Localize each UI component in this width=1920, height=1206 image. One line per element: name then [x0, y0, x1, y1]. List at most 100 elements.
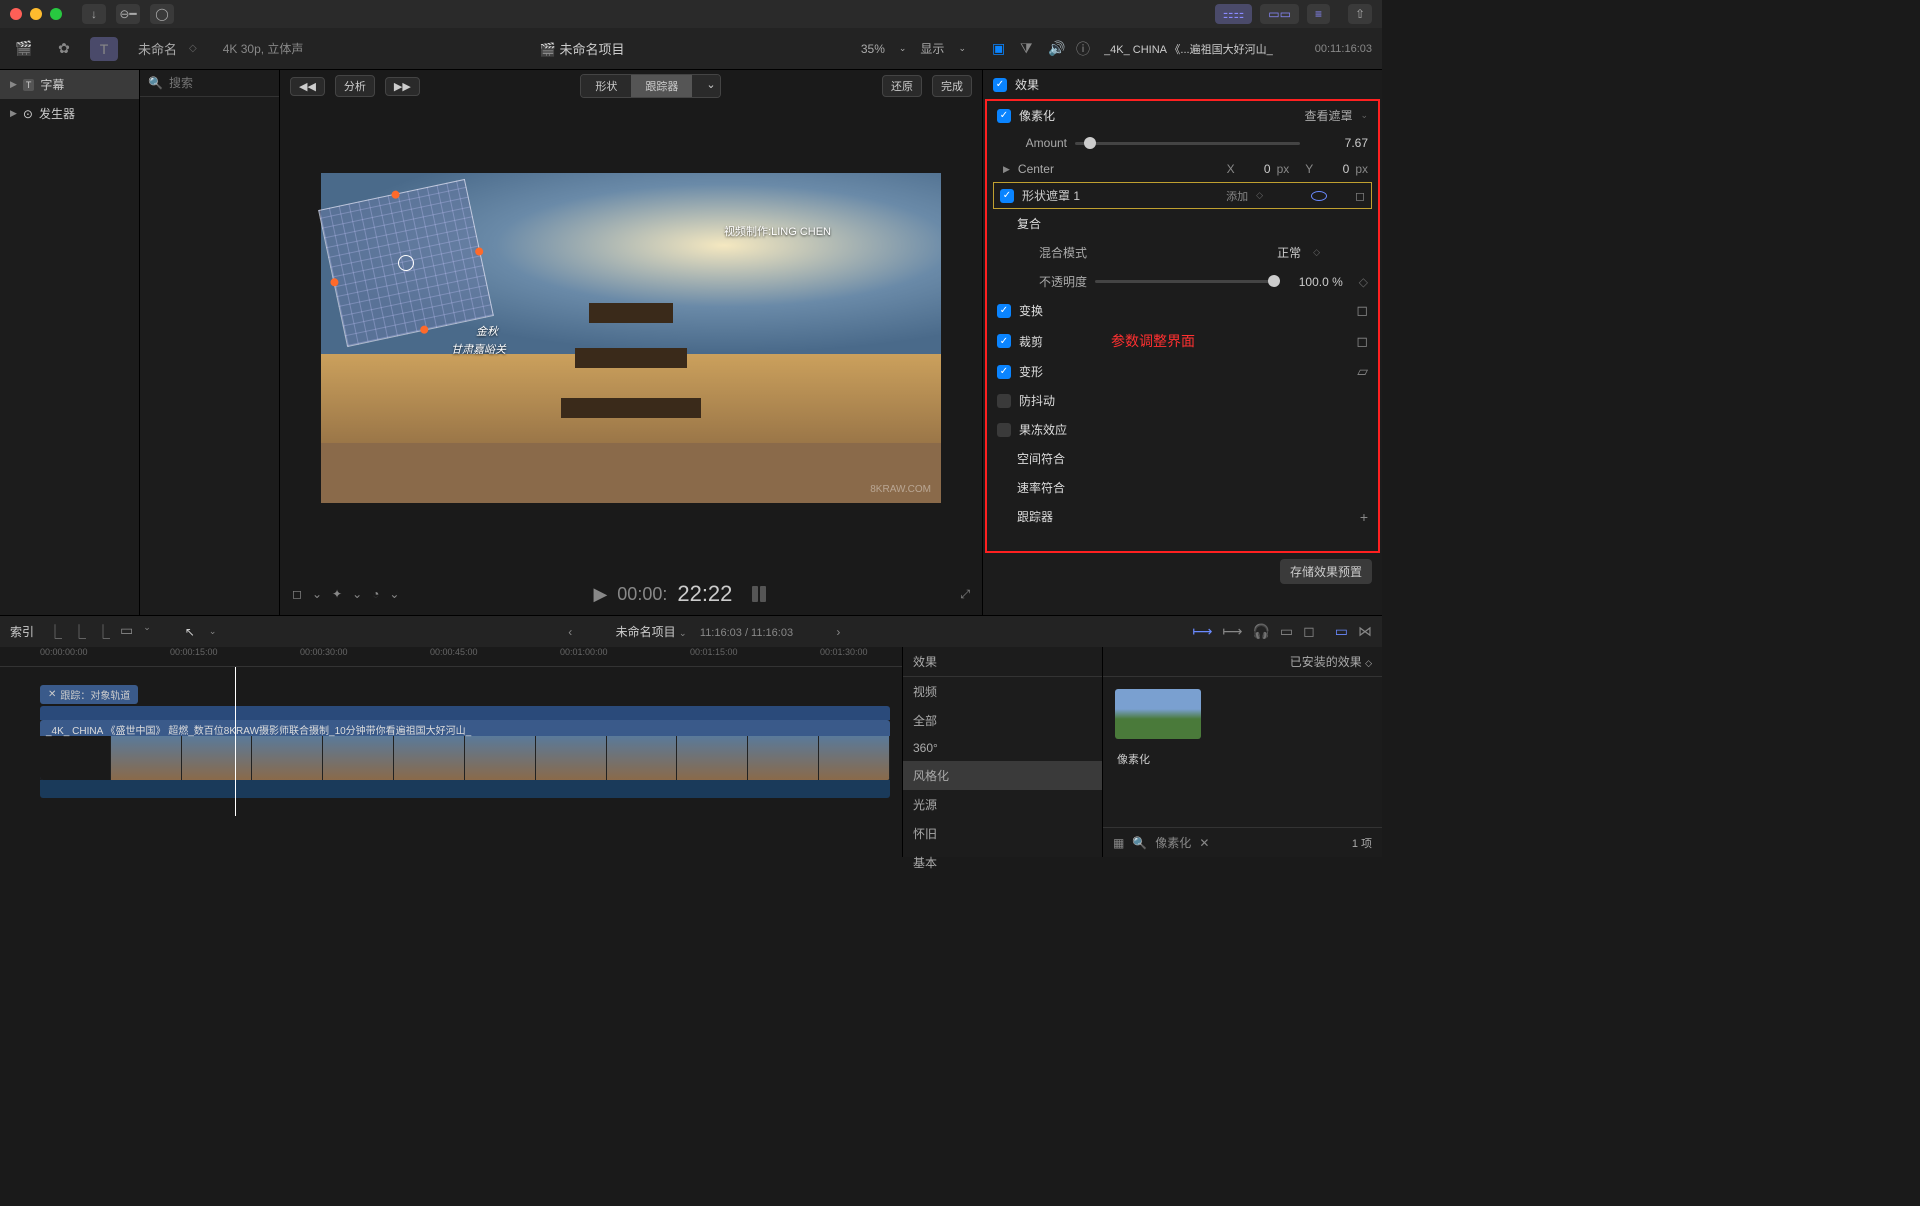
- fx-cat-stylize[interactable]: 风格化: [903, 761, 1102, 790]
- effects-browser-toggle-icon[interactable]: ▭: [1335, 623, 1348, 640]
- amount-value[interactable]: 7.67: [1308, 136, 1368, 150]
- import-icon[interactable]: ↓: [82, 4, 106, 24]
- select-tool-icon[interactable]: ↖: [185, 625, 195, 639]
- bg-tasks-icon[interactable]: ◯: [150, 4, 174, 24]
- keyword-icon[interactable]: ⊖━: [116, 4, 140, 24]
- center-y-value[interactable]: 0: [1319, 162, 1349, 176]
- enhance-tool-icon[interactable]: ✦: [332, 587, 342, 601]
- opacity-value[interactable]: 100.0 %: [1283, 275, 1343, 289]
- chevron-down-icon[interactable]: ⌄: [1360, 110, 1368, 121]
- lane-icon[interactable]: ◻: [1303, 623, 1315, 640]
- close-window-button[interactable]: [10, 8, 22, 20]
- amount-slider[interactable]: [1075, 142, 1300, 145]
- keyframe-icon[interactable]: ◇: [1359, 275, 1368, 289]
- center-disclosure-icon[interactable]: ▶: [1003, 164, 1010, 175]
- minimize-window-button[interactable]: [30, 8, 42, 20]
- connect-clip-icon[interactable]: ⎿: [48, 622, 62, 642]
- audio-skim-icon[interactable]: ⟼: [1222, 623, 1242, 640]
- playhead[interactable]: [235, 667, 236, 816]
- library-name[interactable]: 未命名: [138, 39, 177, 58]
- fx-search-value[interactable]: 像素化: [1155, 834, 1191, 851]
- inspector-toggle-button[interactable]: ≡: [1307, 4, 1330, 24]
- clear-search-icon[interactable]: ✕: [1199, 836, 1209, 850]
- close-tag-icon[interactable]: ✕: [48, 689, 56, 700]
- solo-icon[interactable]: 🎧: [1252, 623, 1269, 640]
- save-preset-button[interactable]: 存储效果预置: [1280, 559, 1372, 584]
- audio-waveform[interactable]: [40, 780, 890, 798]
- fx-preview-header[interactable]: 已安装的效果 ◇: [1103, 647, 1382, 677]
- blend-mode-value[interactable]: 正常: [1277, 244, 1301, 261]
- view-menu[interactable]: 显示: [920, 40, 944, 57]
- info-inspector-icon[interactable]: ⓘ: [1076, 39, 1094, 59]
- overwrite-clip-icon[interactable]: ▭: [120, 622, 133, 642]
- fullscreen-icon[interactable]: ⤢: [960, 587, 970, 602]
- shape-mask-checkbox[interactable]: ✓: [1000, 189, 1014, 203]
- timeline-tracks-area[interactable]: 00:00:00:00 00:00:15:00 00:00:30:00 00:0…: [0, 647, 902, 857]
- add-chevron-icon[interactable]: ◇: [1256, 190, 1263, 201]
- mask-shape-icon[interactable]: [1311, 191, 1327, 201]
- photos-browser-icon[interactable]: ✿: [50, 37, 78, 61]
- fx-cat-basic[interactable]: 基本: [903, 848, 1102, 877]
- fx-cat-360[interactable]: 360°: [903, 735, 1102, 761]
- transform-checkbox[interactable]: ✓: [997, 304, 1011, 318]
- center-x-value[interactable]: 0: [1241, 162, 1271, 176]
- view-mask-dropdown[interactable]: 查看遮罩: [1304, 107, 1352, 124]
- pixelate-checkbox[interactable]: ✓: [997, 109, 1011, 123]
- revert-button[interactable]: 还原: [882, 75, 922, 97]
- transform-tool-icon[interactable]: ◻: [292, 587, 302, 601]
- mask-grid-overlay[interactable]: [318, 178, 494, 346]
- titles-browser-icon[interactable]: T: [90, 37, 118, 61]
- append-clip-icon[interactable]: ⎿: [96, 622, 110, 642]
- zoom-chevron-icon[interactable]: ⌄: [899, 43, 907, 54]
- distort-checkbox[interactable]: ✓: [997, 365, 1011, 379]
- fx-cat-light[interactable]: 光源: [903, 790, 1102, 819]
- snapping-icon[interactable]: ▭: [1280, 623, 1293, 640]
- step-back-button[interactable]: ◀◀: [290, 77, 325, 96]
- index-button[interactable]: 索引: [10, 623, 34, 640]
- disclosure-arrow-icon[interactable]: ▶: [10, 108, 17, 119]
- blend-chevron-icon[interactable]: ◇: [1313, 247, 1320, 258]
- fx-cat-all[interactable]: 全部: [903, 706, 1102, 735]
- fx-cat-video[interactable]: 视频: [903, 677, 1102, 706]
- opacity-slider[interactable]: [1095, 280, 1275, 283]
- viewer-canvas[interactable]: 视频制作:LING CHEN 金秋 甘肃嘉峪关 8KRAW.COM: [280, 102, 982, 573]
- view-chevron-icon[interactable]: ⌄: [958, 43, 966, 54]
- fx-cat-vintage[interactable]: 怀旧: [903, 819, 1102, 848]
- crop-onscreen-icon[interactable]: ◻: [1356, 333, 1368, 350]
- done-button[interactable]: 完成: [932, 75, 972, 97]
- segment-tracker[interactable]: 跟踪器: [631, 75, 692, 97]
- media-browser-icon[interactable]: 🎬: [10, 37, 38, 61]
- retime-tool-icon[interactable]: ◔: [372, 587, 379, 601]
- play-button[interactable]: ▶: [593, 584, 607, 605]
- audio-inspector-icon[interactable]: 🔊: [1048, 40, 1066, 57]
- crop-checkbox[interactable]: ✓: [997, 334, 1011, 348]
- share-icon[interactable]: ⇧: [1348, 4, 1372, 24]
- timeline-project-name[interactable]: 未命名项目: [616, 625, 676, 639]
- segment-chevron-icon[interactable]: ⌄: [692, 75, 720, 97]
- timeline-nav-back-icon[interactable]: ‹: [568, 625, 572, 639]
- mask-handle[interactable]: [330, 277, 339, 286]
- layout-dual-button[interactable]: ▭▭: [1260, 4, 1299, 24]
- stabilize-checkbox[interactable]: [997, 394, 1011, 408]
- sidebar-item-generators[interactable]: ▶ ⊙ 发生器: [0, 99, 139, 128]
- mask-onscreen-icon[interactable]: ◻: [1355, 189, 1365, 203]
- timeline-ruler[interactable]: 00:00:00:00 00:00:15:00 00:00:30:00 00:0…: [0, 647, 902, 667]
- distort-onscreen-icon[interactable]: ▱: [1357, 363, 1368, 380]
- layout-grid-button[interactable]: ⚏⚏: [1215, 4, 1253, 24]
- effect-thumbnail[interactable]: [1115, 689, 1201, 739]
- shape-mask-row[interactable]: ✓ 形状遮罩 1 添加 ◇ ◻: [993, 182, 1372, 209]
- segment-shape[interactable]: 形状: [581, 75, 631, 97]
- mask-center-icon[interactable]: [397, 253, 416, 272]
- analyze-button[interactable]: 分析: [335, 75, 375, 97]
- add-tracker-icon[interactable]: +: [1360, 509, 1368, 525]
- browser-search-input[interactable]: [169, 76, 271, 90]
- rolling-checkbox[interactable]: [997, 423, 1011, 437]
- zoom-level[interactable]: 35%: [861, 42, 885, 56]
- add-mask-button[interactable]: 添加: [1226, 188, 1248, 204]
- effects-checkbox[interactable]: ✓: [993, 78, 1007, 92]
- fullscreen-window-button[interactable]: [50, 8, 62, 20]
- skimming-icon[interactable]: ⟼: [1192, 623, 1212, 640]
- disclosure-arrow-icon[interactable]: ▶: [10, 79, 17, 90]
- color-inspector-icon[interactable]: ⧩: [1020, 40, 1038, 57]
- timeline-clip[interactable]: _4K_ CHINA 《盛世中国》 超燃_数百位8KRAW摄影师联合摄制_10分…: [40, 720, 890, 780]
